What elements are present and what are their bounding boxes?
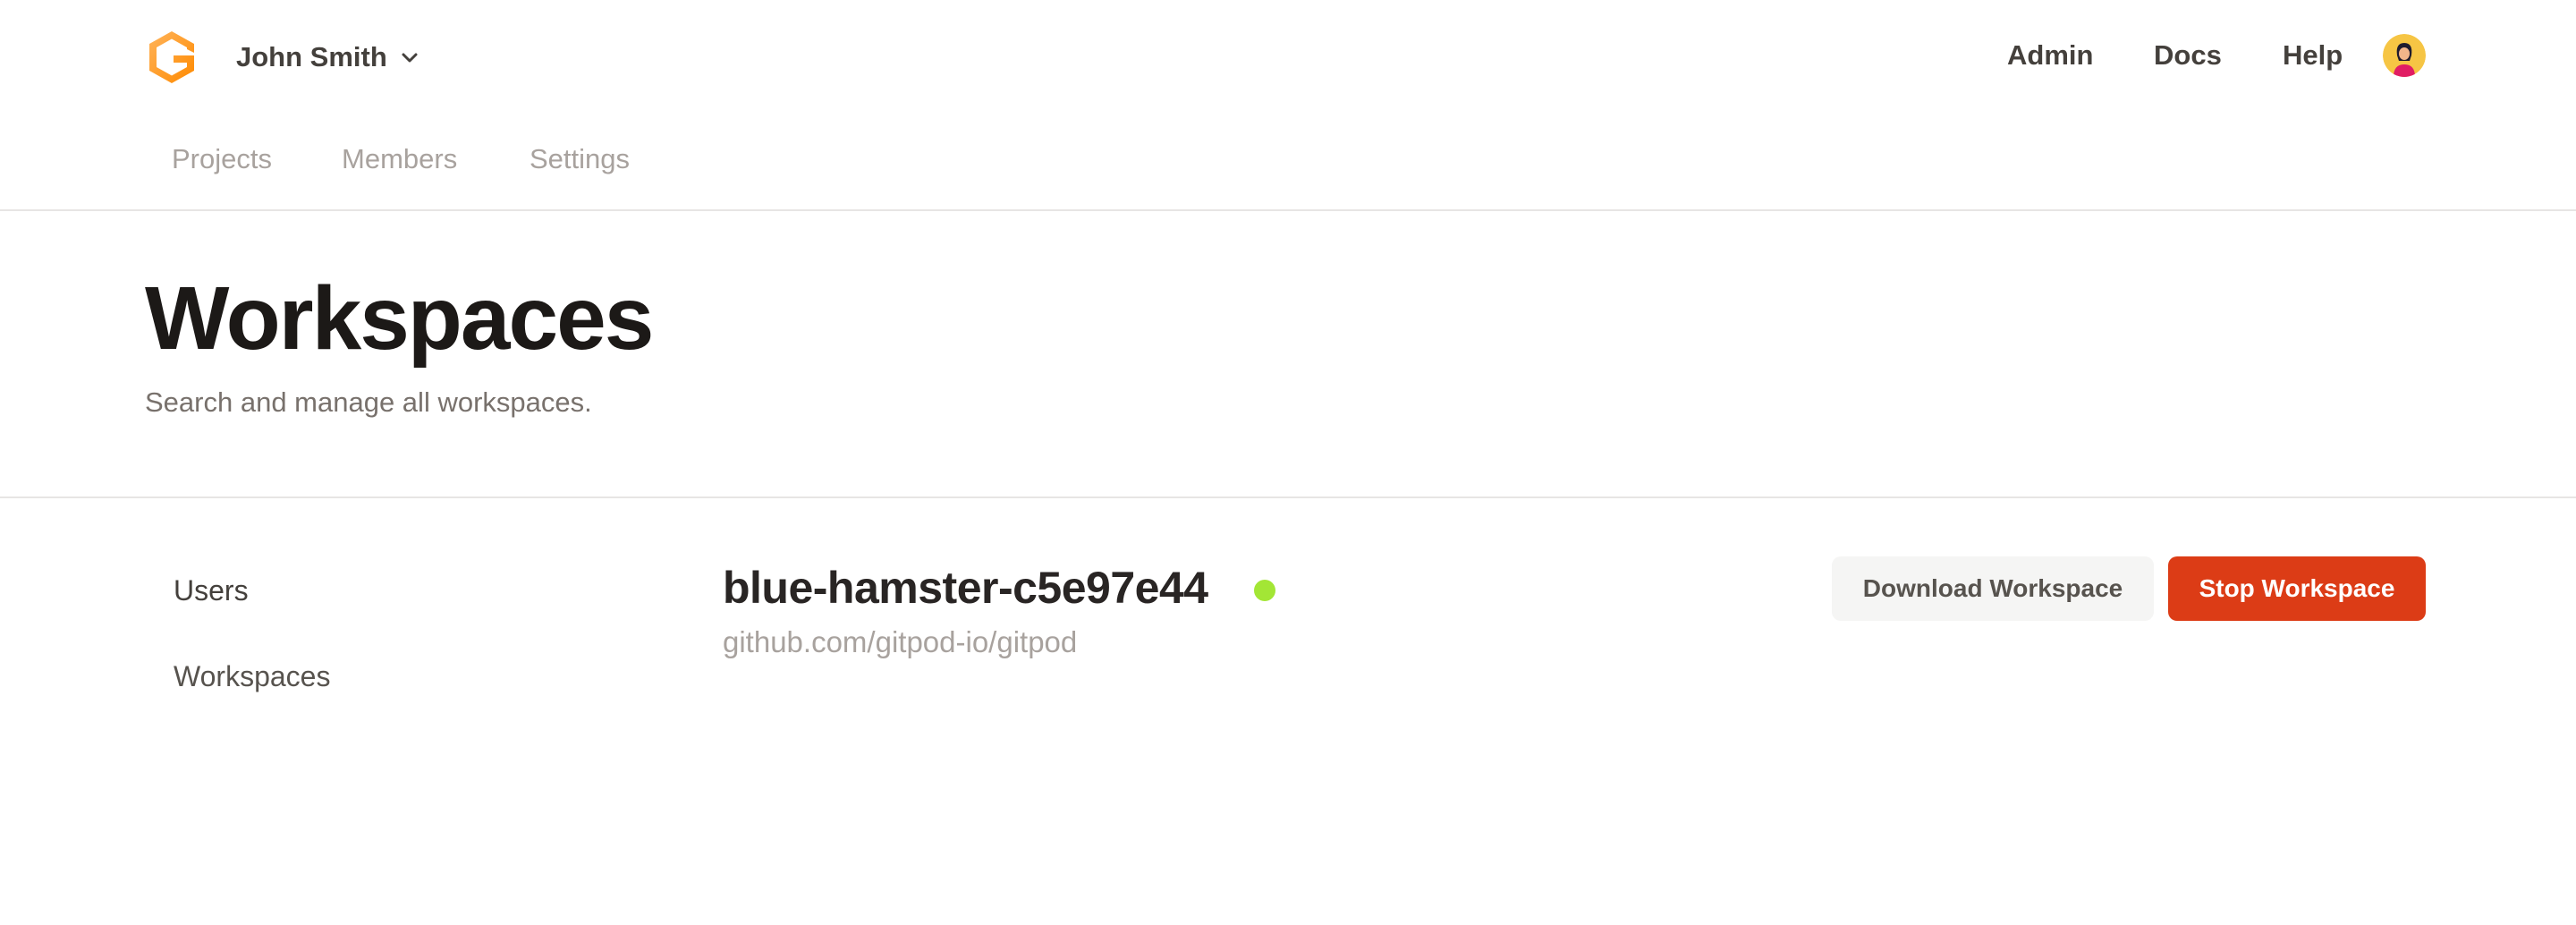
page-subtitle: Search and manage all workspaces. <box>145 386 592 418</box>
workspace-status-indicator <box>1254 580 1275 601</box>
nav-docs[interactable]: Docs <box>2154 39 2222 72</box>
nav-help[interactable]: Help <box>2283 39 2343 72</box>
tab-members[interactable]: Members <box>342 143 457 175</box>
sidebar-item-users[interactable]: Users <box>174 574 249 607</box>
header-divider <box>0 209 2576 211</box>
user-avatar[interactable] <box>2383 34 2426 77</box>
sidebar-item-workspaces[interactable]: Workspaces <box>174 660 330 693</box>
gitpod-logo-icon[interactable] <box>145 29 199 86</box>
workspace-name: blue-hamster-c5e97e44 <box>723 563 1208 613</box>
tab-projects[interactable]: Projects <box>172 143 272 175</box>
page-header-divider <box>0 496 2576 498</box>
org-switcher[interactable]: John Smith <box>236 36 419 79</box>
workspace-repo-link[interactable]: github.com/gitpod-io/gitpod <box>723 625 1077 659</box>
top-header: John Smith Admin Docs Help <box>0 0 2576 113</box>
chevron-down-icon <box>402 53 418 63</box>
download-workspace-button[interactable]: Download Workspace <box>1832 556 2154 621</box>
page-title: Workspaces <box>145 268 654 369</box>
stop-workspace-button[interactable]: Stop Workspace <box>2168 556 2426 621</box>
nav-admin[interactable]: Admin <box>2007 39 2093 72</box>
sub-navigation: Projects Members Settings <box>0 134 2576 188</box>
tab-settings[interactable]: Settings <box>530 143 630 175</box>
org-name: John Smith <box>236 41 387 72</box>
